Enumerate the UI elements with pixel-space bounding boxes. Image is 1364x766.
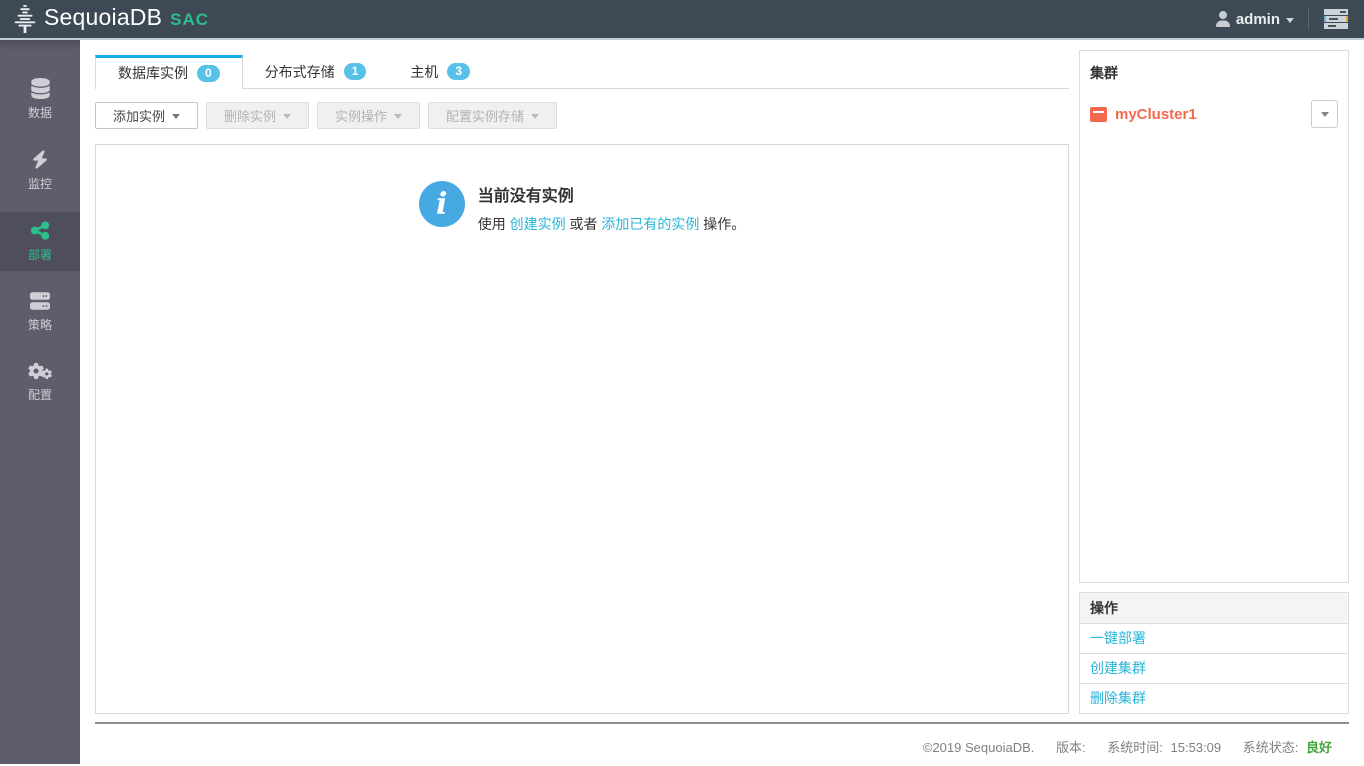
- chevron-down-icon: [531, 114, 539, 119]
- cluster-panel: 集群 myCluster1: [1079, 50, 1349, 583]
- text-fragment: 使用: [478, 216, 510, 232]
- tab-label: 数据库实例: [118, 63, 188, 83]
- operations-panel-title: 操作: [1080, 593, 1348, 624]
- system-time-value: 15:53:09: [1171, 740, 1222, 755]
- tab-hosts[interactable]: 主机 3: [388, 55, 492, 88]
- cluster-panel-title: 集群: [1090, 63, 1338, 83]
- chevron-down-icon: [1321, 112, 1329, 117]
- cluster-name-link[interactable]: myCluster1: [1115, 106, 1197, 123]
- cluster-row: myCluster1: [1090, 100, 1338, 128]
- chevron-down-icon: [172, 114, 180, 119]
- chevron-down-icon: [394, 114, 402, 119]
- configure-instance-storage-button[interactable]: 配置实例存储: [428, 102, 557, 129]
- empty-state-text: 使用 创建实例 或者 添加已有的实例 操作。: [478, 214, 746, 234]
- version-label: 版本:: [1056, 740, 1086, 755]
- brand: SequoiaDB SAC: [10, 4, 209, 34]
- gears-icon: [28, 361, 52, 381]
- operations-row: 一键部署: [1080, 624, 1348, 654]
- sidebar-item-label: 数据: [28, 104, 52, 121]
- sidebar-item-label: 配置: [28, 386, 52, 403]
- tab-count-badge: 3: [447, 63, 470, 80]
- cluster-dropdown-button[interactable]: [1311, 100, 1338, 128]
- user-icon: [1216, 11, 1230, 27]
- sidebar-item-strategy[interactable]: 策略: [0, 283, 80, 341]
- button-label: 配置实例存储: [446, 106, 524, 125]
- cluster-box-icon: [1090, 107, 1107, 122]
- header-separator: [1308, 8, 1309, 30]
- create-cluster-link[interactable]: 创建集群: [1090, 660, 1146, 676]
- sidebar-item-monitor[interactable]: 监控: [0, 141, 80, 200]
- button-label: 添加实例: [113, 106, 165, 125]
- host-list-button[interactable]: [1323, 8, 1350, 30]
- bolt-icon: [32, 149, 48, 170]
- tab-count-badge: 0: [197, 65, 220, 82]
- tab-label: 主机: [410, 62, 438, 82]
- system-time-label: 系统时间:: [1107, 740, 1163, 755]
- one-click-deploy-link[interactable]: 一键部署: [1090, 630, 1146, 646]
- instance-toolbar: 添加实例 删除实例 实例操作 配置实例存储: [95, 102, 1069, 129]
- create-instance-link[interactable]: 创建实例: [510, 216, 566, 232]
- empty-state-title: 当前没有实例: [478, 182, 746, 206]
- tab-label: 分布式存储: [265, 62, 335, 82]
- delete-cluster-link[interactable]: 删除集群: [1090, 690, 1146, 706]
- sidebar: 数据 监控 部署 策略 配置: [0, 40, 80, 764]
- tab-database-instances[interactable]: 数据库实例 0: [95, 55, 243, 89]
- text-fragment: 或者: [566, 216, 602, 232]
- system-status-value: 良好: [1306, 740, 1332, 755]
- info-icon: i: [419, 181, 465, 227]
- button-label: 实例操作: [335, 106, 387, 125]
- operations-row: 创建集群: [1080, 654, 1348, 684]
- app-footer: ©2019 SequoiaDB. 版本: 系统时间: 15:53:09 系统状态…: [80, 714, 1364, 764]
- sidebar-item-data[interactable]: 数据: [0, 70, 80, 129]
- brand-suffix: SAC: [170, 10, 209, 30]
- brand-name: SequoiaDB: [44, 4, 162, 31]
- tab-count-badge: 1: [344, 63, 367, 80]
- main-content: 数据库实例 0 分布式存储 1 主机 3 添加实例: [80, 40, 1364, 764]
- copyright-text: ©2019 SequoiaDB.: [923, 740, 1035, 755]
- user-name: admin: [1236, 11, 1280, 28]
- chevron-down-icon: [283, 114, 291, 119]
- text-fragment: 操作。: [699, 216, 745, 232]
- sequoia-tree-icon: [10, 4, 40, 34]
- chevron-down-icon: [1286, 18, 1294, 23]
- footer-status-bar: ©2019 SequoiaDB. 版本: 系统时间: 15:53:09 系统状态…: [95, 737, 1349, 756]
- sidebar-item-label: 部署: [28, 246, 52, 263]
- share-nodes-icon: [30, 220, 50, 241]
- sidebar-item-label: 策略: [28, 316, 52, 333]
- button-label: 删除实例: [224, 106, 276, 125]
- sidebar-item-label: 监控: [28, 175, 52, 192]
- add-existing-instance-link[interactable]: 添加已有的实例: [601, 216, 699, 232]
- operations-panel: 操作 一键部署 创建集群 删除集群: [1079, 592, 1349, 714]
- tab-distributed-storage[interactable]: 分布式存储 1: [243, 55, 389, 88]
- operations-row: 删除集群: [1080, 684, 1348, 713]
- empty-state-message: i 当前没有实例 使用 创建实例 或者 添加已有的实例 操作。: [419, 181, 746, 234]
- instance-operations-button[interactable]: 实例操作: [317, 102, 420, 129]
- footer-divider: [95, 722, 1349, 724]
- instances-empty-panel: i 当前没有实例 使用 创建实例 或者 添加已有的实例 操作。: [95, 144, 1069, 714]
- user-menu[interactable]: admin: [1216, 11, 1294, 28]
- rack-icon: [1323, 8, 1350, 30]
- app-header: SequoiaDB SAC admin: [0, 0, 1364, 40]
- delete-instance-button[interactable]: 删除实例: [206, 102, 309, 129]
- add-instance-button[interactable]: 添加实例: [95, 102, 198, 129]
- sidebar-item-config[interactable]: 配置: [0, 353, 80, 411]
- database-icon: [31, 78, 50, 99]
- system-status-label: 系统状态:: [1243, 740, 1299, 755]
- tab-bar: 数据库实例 0 分布式存储 1 主机 3: [95, 55, 1069, 89]
- sidebar-item-deploy[interactable]: 部署: [0, 212, 80, 271]
- server-icon: [30, 291, 50, 311]
